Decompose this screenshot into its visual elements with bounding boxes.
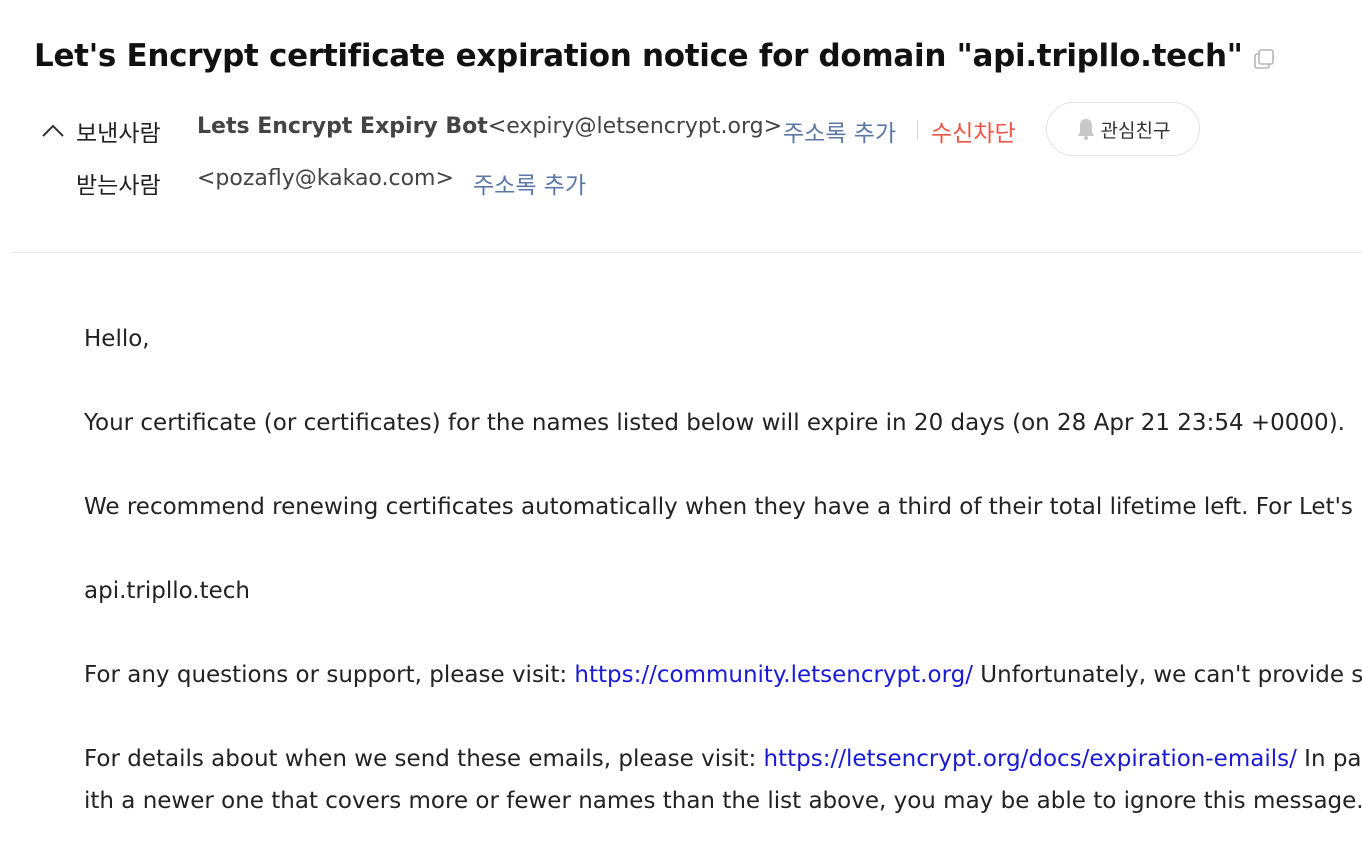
body-ignore-line: ith a newer one that covers more or fewe…: [84, 788, 1362, 814]
community-link[interactable]: https://community.letsencrypt.org/: [574, 662, 973, 688]
support-prefix: For any questions or support, please vis…: [84, 662, 575, 688]
sender-info[interactable]: Lets Encrypt Expiry Bot<expiry@letsencry…: [197, 114, 782, 139]
bell-icon: [1077, 119, 1094, 141]
email-view: Let's Encrypt certificate expiration not…: [0, 0, 1362, 866]
recipient-label: 받는사람: [76, 173, 161, 199]
body-details-line: For details about when we send these ema…: [84, 746, 1362, 772]
chevron-up-icon[interactable]: [40, 120, 66, 140]
recipient-add-contact-link[interactable]: 주소록 추가: [473, 166, 586, 200]
details-suffix: In pa: [1296, 746, 1362, 772]
sender-label: 보낸사람: [76, 121, 161, 147]
sender-email: <expiry@letsencrypt.org>: [487, 114, 783, 139]
copy-icon[interactable]: [1253, 48, 1274, 69]
support-suffix: Unfortunately, we can't provide s: [972, 662, 1362, 688]
expiration-emails-link[interactable]: https://letsencrypt.org/docs/expiration-…: [764, 746, 1297, 772]
favorite-friend-label: 관심친구: [1100, 119, 1171, 142]
header-divider: [12, 252, 1362, 253]
sender-name: Lets Encrypt Expiry Bot: [197, 114, 488, 139]
divider: [917, 120, 918, 140]
block-sender-link[interactable]: 수신차단: [931, 114, 1016, 148]
body-expiry-line: Your certificate (or certificates) for t…: [84, 410, 1345, 436]
recipient-email[interactable]: <pozafly@kakao.com>: [197, 166, 454, 191]
body-recommend-line: We recommend renewing certificates autom…: [84, 494, 1353, 520]
favorite-friend-button[interactable]: 관심친구: [1046, 102, 1200, 156]
body-greeting: Hello,: [84, 326, 150, 352]
details-prefix: For details about when we send these ema…: [84, 746, 764, 772]
subject-text: Let's Encrypt certificate expiration not…: [34, 38, 1243, 74]
sender-add-contact-link[interactable]: 주소록 추가: [783, 114, 896, 148]
body-support-line: For any questions or support, please vis…: [84, 662, 1362, 688]
email-subject: Let's Encrypt certificate expiration not…: [34, 38, 1274, 74]
body-domain: api.tripllo.tech: [84, 578, 251, 604]
